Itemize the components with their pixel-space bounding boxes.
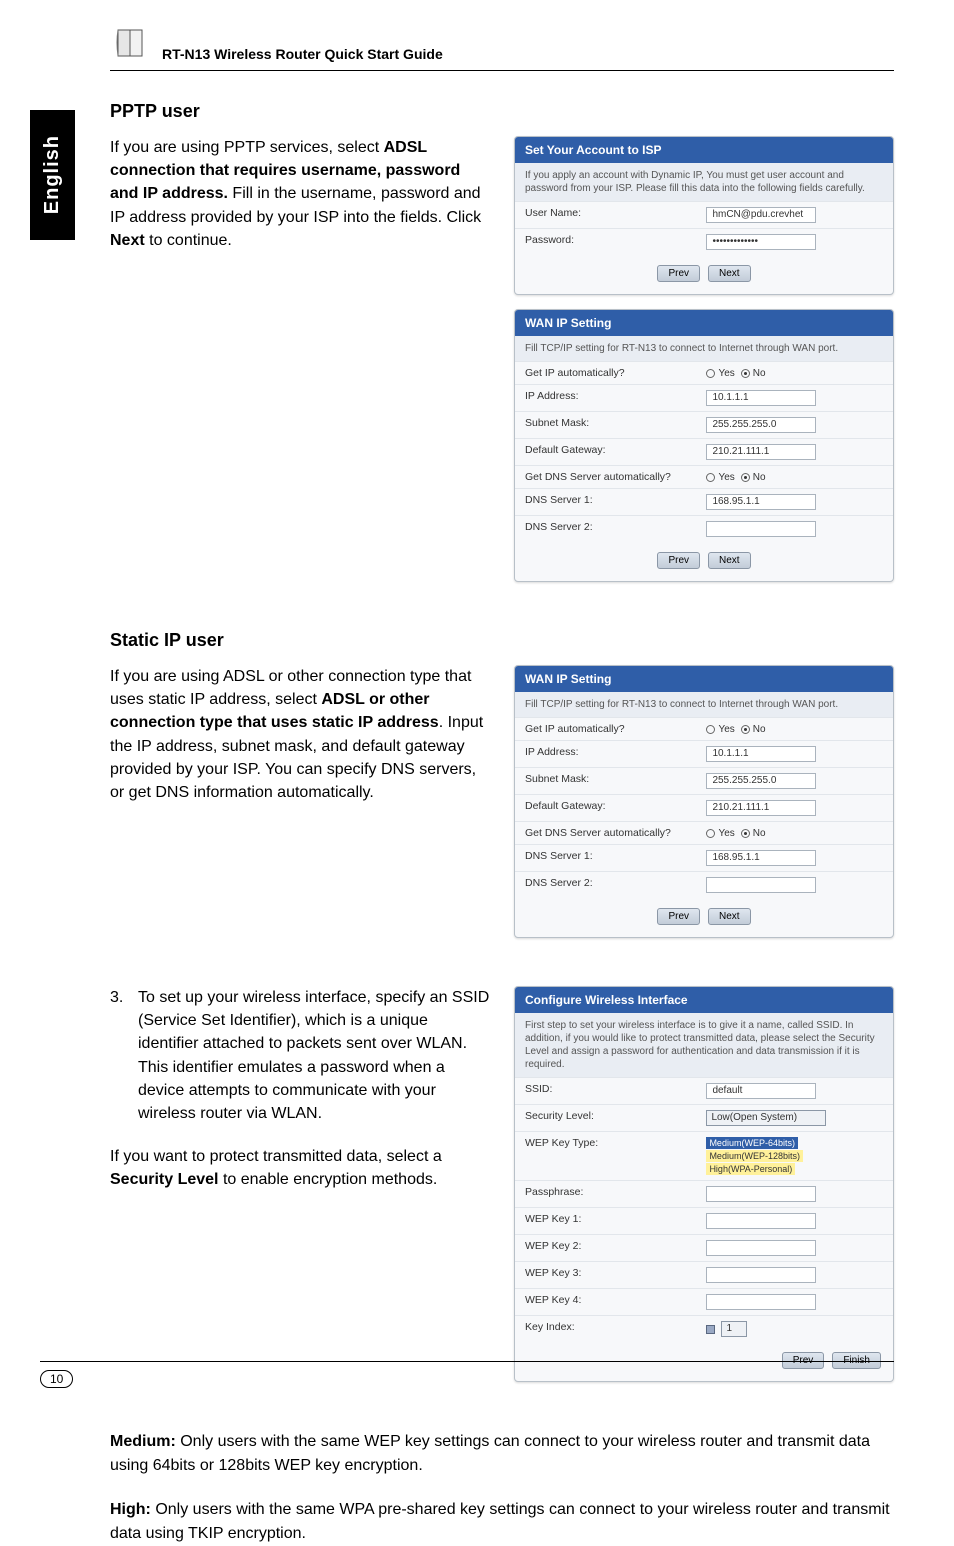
gateway-label: Default Gateway: [515, 795, 696, 821]
fig-wan1-sub: Fill TCP/IP setting for RT-N13 to connec… [515, 336, 893, 361]
username-input[interactable]: hmCN@pdu.crevhet [706, 207, 816, 223]
wep-key1-input[interactable] [706, 1213, 816, 1229]
book-icon [110, 22, 150, 62]
next-button[interactable]: Next [708, 552, 751, 569]
getdns-label: Get DNS Server automatically? [515, 822, 696, 844]
getdns-label: Get DNS Server automatically? [515, 466, 696, 488]
opt-medium-128[interactable]: Medium(WEP-128bits) [706, 1150, 803, 1162]
wep-key1-label: WEP Key 1: [515, 1208, 696, 1234]
getip-label: Get IP automatically? [515, 362, 696, 384]
fig-set-account: Set Your Account to ISP If you apply an … [514, 136, 894, 295]
dns2-input[interactable] [706, 877, 816, 893]
fig-wan1-title: WAN IP Setting [515, 310, 893, 336]
medium-paragraph: Medium: Only users with the same WEP key… [110, 1430, 894, 1478]
opt-high-wpa[interactable]: High(WPA-Personal) [706, 1163, 795, 1175]
wep-key-type-label: WEP Key Type: [515, 1132, 696, 1180]
username-label: User Name: [515, 202, 696, 228]
getip-label: Get IP automatically? [515, 718, 696, 740]
protect-paragraph: If you want to protect transmitted data,… [110, 1145, 490, 1191]
wep-key2-label: WEP Key 2: [515, 1235, 696, 1261]
fig-wan-ip-1: WAN IP Setting Fill TCP/IP setting for R… [514, 309, 894, 582]
page-number: 10 [40, 1370, 73, 1388]
fig-configure-wireless: Configure Wireless Interface First step … [514, 986, 894, 1382]
key-index-label: Key Index: [515, 1316, 696, 1342]
passphrase-input[interactable] [706, 1186, 816, 1202]
prev-button[interactable]: Prev [657, 908, 700, 925]
opt-medium-64[interactable]: Medium(WEP-64bits) [706, 1137, 798, 1149]
prev-button[interactable]: Prev [657, 265, 700, 282]
wep-key3-label: WEP Key 3: [515, 1262, 696, 1288]
getdns-yes-radio[interactable]: Yes [706, 472, 734, 483]
next-button[interactable]: Next [708, 265, 751, 282]
ipaddr-label: IP Address: [515, 741, 696, 767]
language-label: English [41, 135, 64, 214]
security-level-select[interactable]: Low(Open System) [706, 1110, 826, 1126]
subnet-label: Subnet Mask: [515, 412, 696, 438]
prev-button[interactable]: Prev [657, 552, 700, 569]
step3-paragraph: 3. To set up your wireless interface, sp… [110, 986, 490, 1125]
language-tab: English [30, 110, 75, 240]
passphrase-label: Passphrase: [515, 1181, 696, 1207]
staticip-heading: Static IP user [110, 630, 894, 651]
dns1-input[interactable]: 168.95.1.1 [706, 850, 816, 866]
getip-yes-radio[interactable]: Yes [706, 724, 734, 735]
ssid-input[interactable]: default [706, 1083, 816, 1099]
gateway-label: Default Gateway: [515, 439, 696, 465]
getip-no-radio[interactable]: No [741, 724, 766, 735]
pptp-heading: PPTP user [110, 101, 894, 122]
gateway-input[interactable]: 210.21.111.1 [706, 444, 816, 460]
fig-wan2-title: WAN IP Setting [515, 666, 893, 692]
password-label: Password: [515, 229, 696, 255]
fig-wifi-title: Configure Wireless Interface [515, 987, 893, 1013]
ipaddr-label: IP Address: [515, 385, 696, 411]
security-level-label: Security Level: [515, 1105, 696, 1131]
high-paragraph: High: Only users with the same WPA pre-s… [110, 1498, 894, 1546]
fig-wifi-sub: First step to set your wireless interfac… [515, 1013, 893, 1077]
password-input[interactable]: ••••••••••••• [706, 234, 816, 250]
ssid-label: SSID: [515, 1078, 696, 1104]
dns1-label: DNS Server 1: [515, 845, 696, 871]
dns2-input[interactable] [706, 521, 816, 537]
ipaddr-input[interactable]: 10.1.1.1 [706, 746, 816, 762]
dns2-label: DNS Server 2: [515, 516, 696, 542]
ipaddr-input[interactable]: 10.1.1.1 [706, 390, 816, 406]
wep-key3-input[interactable] [706, 1267, 816, 1283]
dns2-label: DNS Server 2: [515, 872, 696, 898]
getip-no-radio[interactable]: No [741, 368, 766, 379]
dns1-input[interactable]: 168.95.1.1 [706, 494, 816, 510]
subnet-input[interactable]: 255.255.255.0 [706, 417, 816, 433]
key-index-select[interactable]: 1 [721, 1321, 747, 1337]
fig-account-title: Set Your Account to ISP [515, 137, 893, 163]
subnet-label: Subnet Mask: [515, 768, 696, 794]
pptp-paragraph: If you are using PPTP services, select A… [110, 136, 490, 252]
getdns-no-radio[interactable]: No [741, 472, 766, 483]
fig-wan-ip-2: WAN IP Setting Fill TCP/IP setting for R… [514, 665, 894, 938]
next-button[interactable]: Next [708, 908, 751, 925]
fig-wan2-sub: Fill TCP/IP setting for RT-N13 to connec… [515, 692, 893, 717]
gateway-input[interactable]: 210.21.111.1 [706, 800, 816, 816]
getip-yes-radio[interactable]: Yes [706, 368, 734, 379]
subnet-input[interactable]: 255.255.255.0 [706, 773, 816, 789]
staticip-paragraph: If you are using ADSL or other connectio… [110, 665, 490, 804]
wep-key4-input[interactable] [706, 1294, 816, 1310]
square-icon [706, 1325, 715, 1334]
wep-key2-input[interactable] [706, 1240, 816, 1256]
dns1-label: DNS Server 1: [515, 489, 696, 515]
getdns-yes-radio[interactable]: Yes [706, 828, 734, 839]
wep-key4-label: WEP Key 4: [515, 1289, 696, 1315]
getdns-no-radio[interactable]: No [741, 828, 766, 839]
fig-account-sub: If you apply an account with Dynamic IP,… [515, 163, 893, 201]
header-title: RT-N13 Wireless Router Quick Start Guide [162, 46, 443, 62]
